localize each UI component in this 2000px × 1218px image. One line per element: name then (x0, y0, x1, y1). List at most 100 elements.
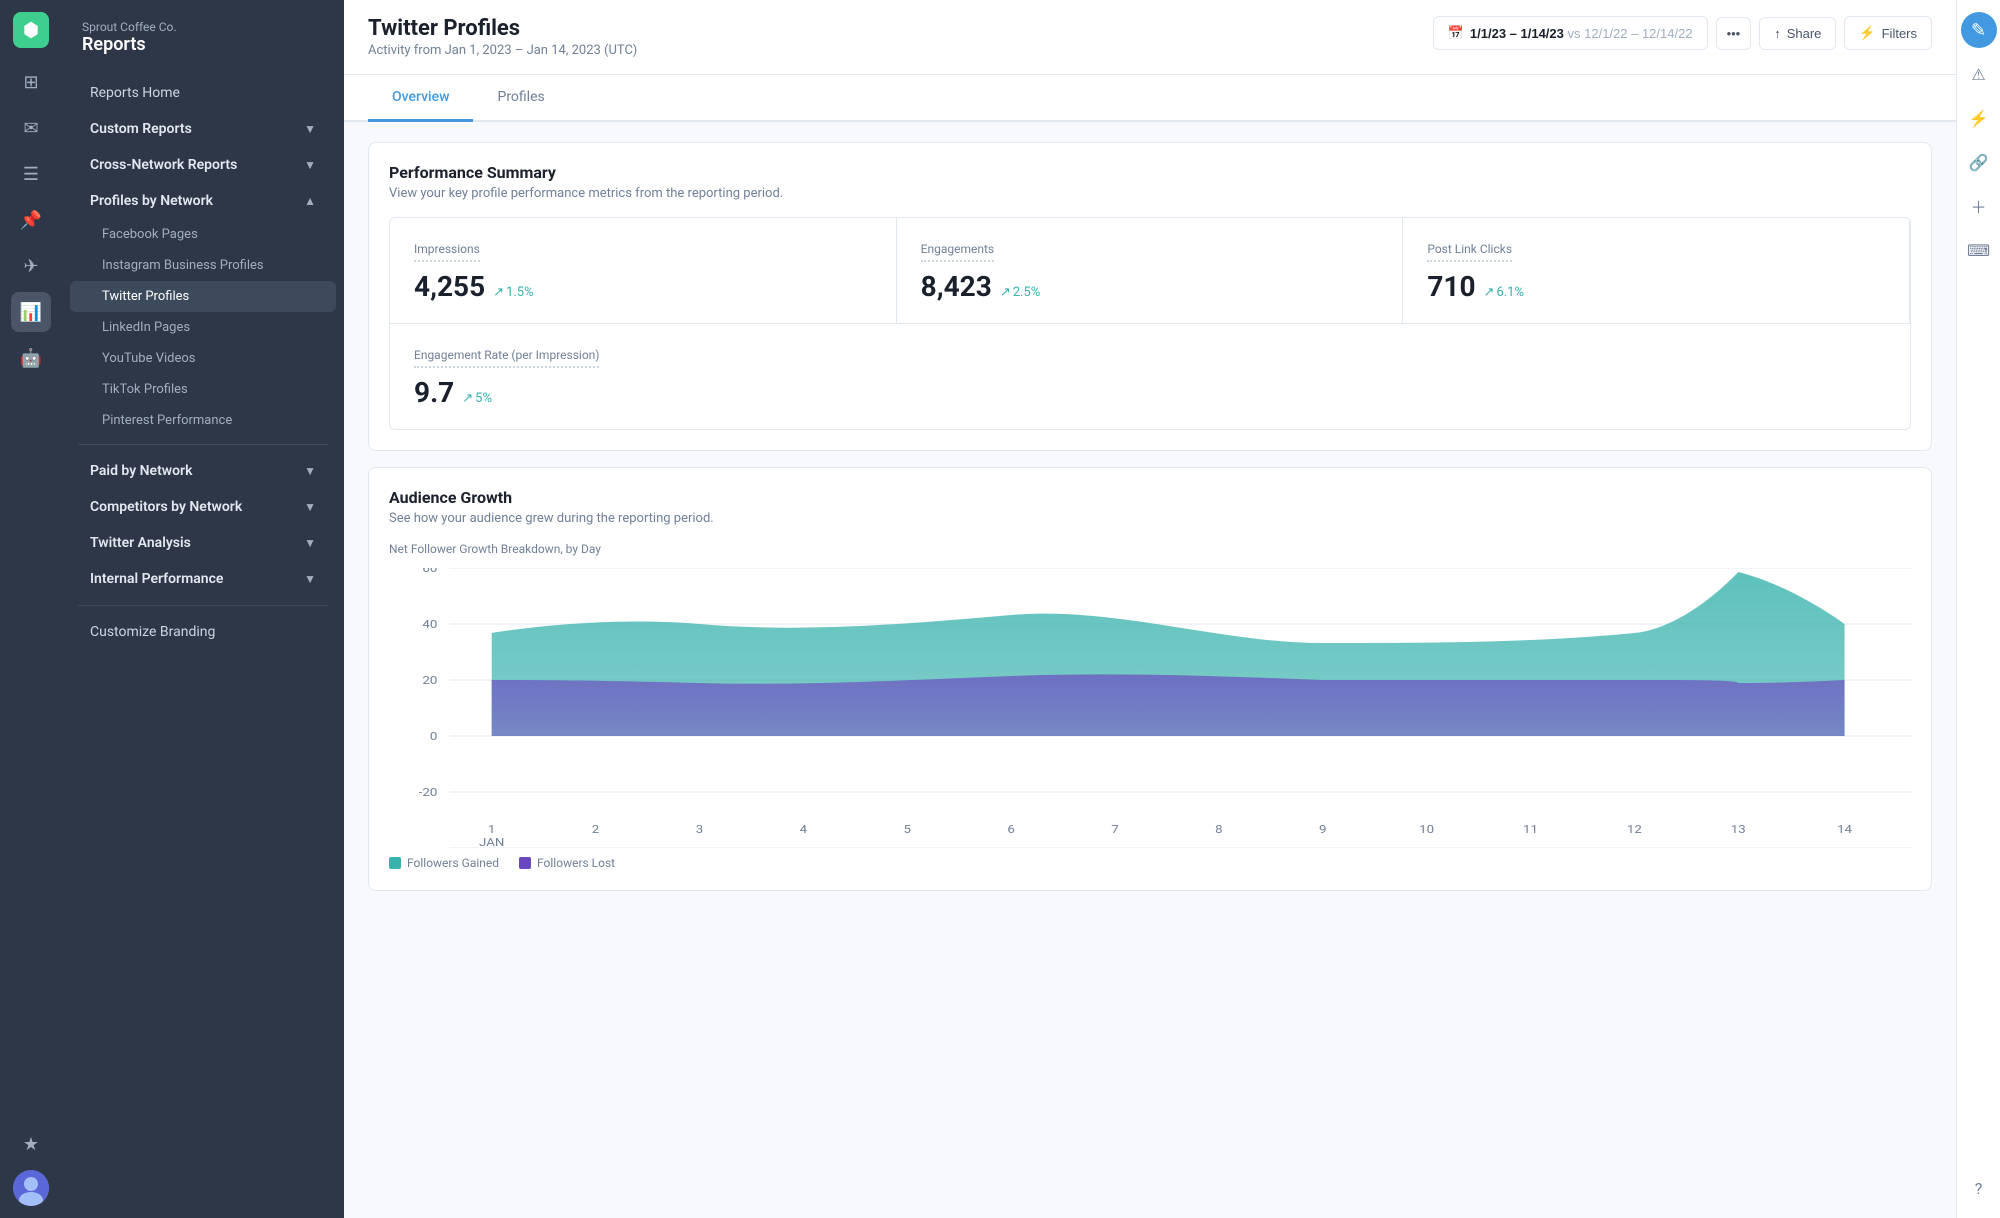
sidebar-sub-item-facebook[interactable]: Facebook Pages (70, 219, 336, 250)
right-strip: ✎ ⚠ ⚡ 🔗 ＋ ⌨ ? (1956, 0, 2000, 1218)
metric-label-engagements[interactable]: Engagements (921, 242, 994, 262)
metric-change-engagement-rate: 5% (462, 391, 492, 406)
metric-label-impressions[interactable]: Impressions (414, 242, 480, 262)
page-subtitle: Activity from Jan 1, 2023 – Jan 14, 2023… (368, 43, 637, 58)
legend-dot-gained (389, 857, 401, 869)
performance-summary-card: Performance Summary View your key profil… (368, 142, 1932, 451)
tab-overview[interactable]: Overview (368, 75, 473, 122)
nav-icon-home[interactable]: ⊞ (11, 62, 51, 102)
nav-icon-messages[interactable]: ✉ (11, 108, 51, 148)
audience-title: Audience Growth (389, 488, 1911, 507)
metric-value-impressions: 4,255 (414, 270, 485, 303)
sidebar-item-reports-home[interactable]: Reports Home (70, 75, 336, 111)
compose-button[interactable]: ✎ (1961, 12, 1997, 48)
metric-value-row-engagements: 8,423 2.5% (921, 270, 1379, 303)
chevron-icon: ▼ (304, 158, 316, 172)
svg-text:9: 9 (1319, 823, 1327, 836)
share-icon: ↑ (1774, 26, 1781, 41)
help-icon[interactable]: ? (1961, 1170, 1997, 1206)
filter-icon: ⚡ (1859, 25, 1875, 41)
nav-icon-publish[interactable]: ✈ (11, 246, 51, 286)
chart-label: Net Follower Growth Breakdown, by Day (389, 542, 1911, 556)
sidebar-divider-2 (78, 605, 328, 606)
metric-value-engagements: 8,423 (921, 270, 992, 303)
metric-change-impressions: 1.5% (493, 285, 533, 300)
performance-subtitle: View your key profile performance metric… (389, 186, 1911, 201)
chart-legend: Followers Gained Followers Lost (389, 856, 1911, 870)
svg-text:2: 2 (592, 823, 600, 836)
user-avatar[interactable] (13, 1170, 49, 1206)
sidebar-item-customize-branding[interactable]: Customize Branding (70, 614, 336, 650)
topbar: Twitter Profiles Activity from Jan 1, 20… (344, 0, 1956, 75)
sidebar-item-competitors[interactable]: Competitors by Network ▼ (70, 489, 336, 525)
svg-text:10: 10 (1419, 823, 1434, 836)
date-range-button[interactable]: 📅 1/1/23 – 1/14/23 vs 12/1/22 – 12/14/22 (1433, 16, 1708, 50)
metric-value-row-engagement-rate: 9.7 5% (414, 376, 873, 409)
svg-text:7: 7 (1111, 823, 1119, 836)
sidebar-item-custom-reports[interactable]: Custom Reports ▼ (70, 111, 336, 147)
tab-profiles[interactable]: Profiles (473, 75, 568, 122)
company-name: Sprout Coffee Co. (82, 20, 324, 34)
performance-title: Performance Summary (389, 163, 1911, 182)
sidebar-sub-item-pinterest[interactable]: Pinterest Performance (70, 405, 336, 436)
audience-chart: 60 40 20 0 -20 (389, 568, 1911, 848)
svg-text:14: 14 (1837, 823, 1852, 836)
chevron-icon: ▲ (304, 194, 316, 208)
section-title: Reports (82, 34, 324, 55)
metric-value-post-link-clicks: 710 (1427, 270, 1475, 303)
alert-icon[interactable]: ⚠ (1961, 56, 1997, 92)
chevron-icon: ▼ (304, 500, 316, 514)
sidebar-sub-item-youtube[interactable]: YouTube Videos (70, 343, 336, 374)
svg-text:3: 3 (696, 823, 704, 836)
date-range-text: 1/1/23 – 1/14/23 vs 12/1/22 – 12/14/22 (1470, 26, 1693, 41)
sidebar-sub-item-tiktok[interactable]: TikTok Profiles (70, 374, 336, 405)
svg-text:60: 60 (422, 568, 437, 575)
legend-label-lost: Followers Lost (537, 856, 615, 870)
filters-button[interactable]: ⚡ Filters (1844, 16, 1932, 50)
audience-subtitle: See how your audience grew during the re… (389, 511, 1911, 526)
svg-text:1: 1 (488, 823, 495, 836)
legend-dot-lost (519, 857, 531, 869)
legend-followers-lost: Followers Lost (519, 856, 615, 870)
sidebar-sub-item-linkedin[interactable]: LinkedIn Pages (70, 312, 336, 343)
dots-icon: ••• (1727, 26, 1741, 41)
svg-text:8: 8 (1215, 823, 1223, 836)
nav-icon-listen[interactable]: 🤖 (11, 338, 51, 378)
chevron-icon: ▼ (304, 464, 316, 478)
sidebar-sub-item-twitter[interactable]: Twitter Profiles (70, 281, 336, 312)
svg-text:11: 11 (1523, 823, 1538, 836)
sidebar-item-profiles-by-network[interactable]: Profiles by Network ▲ (70, 183, 336, 219)
svg-text:4: 4 (800, 823, 808, 836)
svg-text:-20: -20 (419, 786, 438, 799)
more-options-button[interactable]: ••• (1716, 17, 1752, 50)
share-button[interactable]: ↑ Share (1759, 17, 1836, 50)
metric-label-engagement-rate[interactable]: Engagement Rate (per Impression) (414, 348, 599, 368)
sidebar-item-twitter-analysis[interactable]: Twitter Analysis ▼ (70, 525, 336, 561)
svg-text:20: 20 (422, 674, 437, 687)
svg-text:40: 40 (422, 618, 437, 631)
chevron-icon: ▼ (304, 536, 316, 550)
keyboard-icon[interactable]: ⌨ (1961, 232, 1997, 268)
topbar-actions: 📅 1/1/23 – 1/14/23 vs 12/1/22 – 12/14/22… (1433, 16, 1932, 50)
link-icon[interactable]: 🔗 (1961, 144, 1997, 180)
main-content: Twitter Profiles Activity from Jan 1, 20… (344, 0, 1956, 1218)
sidebar-sub-item-instagram[interactable]: Instagram Business Profiles (70, 250, 336, 281)
nav-icon-reports[interactable]: 📊 (11, 292, 51, 332)
metric-change-engagements: 2.5% (1000, 285, 1040, 300)
app-logo[interactable] (13, 12, 49, 48)
plus-icon[interactable]: ＋ (1961, 188, 1997, 224)
lightning-icon[interactable]: ⚡ (1961, 100, 1997, 136)
topbar-left: Twitter Profiles Activity from Jan 1, 20… (368, 16, 637, 58)
nav-icon-inbox[interactable]: ☰ (11, 154, 51, 194)
nav-icon-pin[interactable]: 📌 (11, 200, 51, 240)
metric-change-post-link-clicks: 6.1% (1484, 285, 1524, 300)
sidebar-item-cross-network[interactable]: Cross-Network Reports ▼ (70, 147, 336, 183)
nav-icon-star[interactable]: ★ (11, 1124, 51, 1164)
metrics-grid: Impressions 4,255 1.5% Engagements 8,423… (389, 217, 1911, 430)
page-title: Twitter Profiles (368, 16, 637, 41)
metric-engagements: Engagements 8,423 2.5% (897, 218, 1404, 324)
icon-rail: ⊞ ✉ ☰ 📌 ✈ 📊 🤖 ★ (0, 0, 62, 1218)
metric-label-post-link-clicks[interactable]: Post Link Clicks (1427, 242, 1512, 262)
sidebar-item-internal-performance[interactable]: Internal Performance ▼ (70, 561, 336, 597)
sidebar-item-paid-by-network[interactable]: Paid by Network ▼ (70, 453, 336, 489)
